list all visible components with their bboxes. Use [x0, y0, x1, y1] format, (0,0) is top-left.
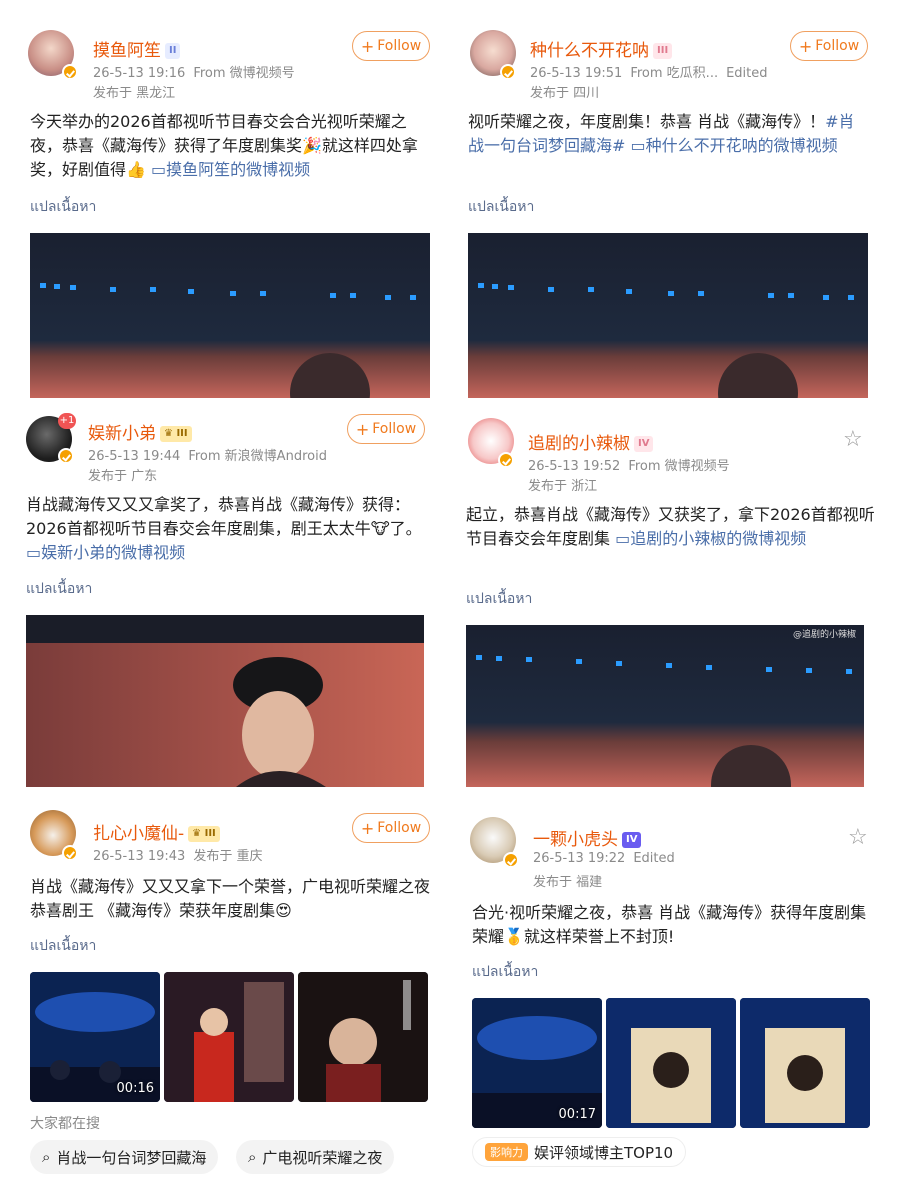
post-text: 起立，恭喜肖战《藏海传》又获奖了，拿下2026首都视听节目春交会年度剧集 ▭追剧… — [466, 505, 875, 548]
post-text: 视听荣耀之夜，年度剧集！恭喜 肖战《藏海传》！#肖战一句台词梦回藏海# ▭种什么… — [468, 112, 855, 155]
follow-button[interactable]: + Follow — [352, 813, 430, 843]
video-player[interactable] — [468, 233, 868, 398]
follow-button[interactable]: + Follow — [352, 31, 430, 61]
translate-link[interactable]: แปลเนื้อหา — [472, 961, 538, 983]
post-card: 追剧的小辣椒 IV 26-5-13 19:52 From 微博视频号 发布于 浙江 … — [455, 400, 910, 805]
video-thumbnail[interactable]: 00:17 — [472, 998, 602, 1128]
video-frame — [466, 625, 864, 787]
video-player[interactable] — [26, 615, 424, 787]
follow-button[interactable]: + Follow — [347, 414, 425, 444]
username[interactable]: 种什么不开花呐 III — [530, 36, 673, 61]
verified-icon — [62, 64, 78, 80]
post-text: 今天举办的2026首都视听节目春交会合光视听荣耀之夜，恭喜《藏海传》获得了年度剧… — [30, 112, 418, 179]
username[interactable]: 扎心小魔仙- ♛ III — [93, 819, 220, 844]
star-icon[interactable]: ☆ — [843, 427, 863, 452]
image-thumbnail[interactable] — [164, 972, 294, 1102]
translate-link[interactable]: แปลเนื้อหา — [26, 578, 92, 600]
level-badge: ♛ III — [160, 426, 192, 442]
influence-tag: 影响力 — [485, 1143, 528, 1161]
post-meta: 26-5-13 19:43 发布于 重庆 — [93, 849, 263, 864]
search-icon: ⌕ — [248, 1148, 257, 1166]
username[interactable]: 一颗小虎头 IV — [533, 825, 642, 850]
post-card: 种什么不开花呐 III 26-5-13 19:51 From 吃瓜积... Edite… — [455, 0, 910, 400]
username[interactable]: 摸鱼阿笙 II — [93, 36, 181, 61]
drama-scene-image — [164, 972, 294, 1102]
location: 发布于 四川 — [530, 86, 600, 101]
image-thumbnail[interactable] — [606, 998, 736, 1128]
post-text: 肖战藏海传又又又拿奖了，恭喜肖战《藏海传》获得：2026首都视听节目春交会年度剧… — [26, 495, 422, 562]
post-meta: 26-5-13 19:16 From 微博视频号 — [93, 66, 295, 81]
video-link[interactable]: ▭种什么不开花呐的微博视频 — [625, 136, 838, 155]
plus-icon: + — [360, 36, 375, 56]
video-thumbnail[interactable]: 00:16 — [30, 972, 160, 1102]
video-duration: 00:16 — [116, 1081, 154, 1096]
poster-image — [298, 972, 428, 1102]
search-chip[interactable]: ⌕ 广电视听荣耀之夜 — [236, 1140, 395, 1174]
notification-badge: +1 — [58, 413, 76, 429]
translate-link[interactable]: แปลเนื้อหา — [30, 196, 96, 218]
post-card: 一颗小虎头 IV 26-5-13 19:22 Edited 发布于 福建 ☆ 合光·… — [455, 805, 910, 1200]
level-badge: II — [165, 43, 181, 59]
username[interactable]: 娱新小弟 ♛ III — [88, 419, 192, 444]
post-meta: 26-5-13 19:22 Edited — [533, 851, 675, 866]
follow-button[interactable]: + Follow — [790, 31, 868, 61]
verified-icon — [500, 64, 516, 80]
location: 发布于 福建 — [533, 875, 603, 890]
verified-icon — [498, 452, 514, 468]
award-poster-image — [606, 998, 736, 1128]
influence-badge[interactable]: 影响力 娱评领域博主TOP10 — [472, 1137, 687, 1167]
plus-icon: + — [798, 36, 813, 56]
video-frame — [30, 233, 430, 398]
video-link[interactable]: ▭娱新小弟的微博视频 — [26, 543, 185, 562]
location: 发布于 黑龙江 — [93, 86, 176, 101]
post-card: +1 娱新小弟 ♛ III 26-5-13 19:44 From 新浪微博Andro… — [0, 400, 455, 790]
post-card: 摸鱼阿笙 II 26-5-13 19:16 From 微博视频号 发布于 黑龙江 +… — [0, 0, 455, 400]
award-poster-image — [740, 998, 870, 1128]
search-icon: ⌕ — [42, 1148, 51, 1166]
verified-icon — [58, 448, 74, 464]
translate-link[interactable]: แปลเนื้อหา — [466, 588, 532, 610]
translate-link[interactable]: แปลเนื้อหา — [468, 196, 534, 218]
video-player[interactable] — [30, 233, 430, 398]
post-text: 肖战《藏海传》又又又拿下一个荣誉，广电视听荣耀之夜恭喜剧王 《藏海传》荣获年度剧… — [30, 877, 431, 920]
post-meta: 26-5-13 19:52 From 微博视频号 — [528, 459, 730, 474]
verified-icon — [62, 845, 78, 861]
post-text: 合光·视听荣耀之夜，恭喜 肖战《藏海传》获得年度剧集荣耀🥇就这样荣誉上不封顶! — [472, 903, 867, 946]
search-chip[interactable]: ⌕ 肖战一句台词梦回藏海 — [30, 1140, 219, 1174]
video-player[interactable]: @追剧的小辣椒 — [466, 625, 864, 787]
video-link[interactable]: ▭摸鱼阿笙的微博视频 — [146, 160, 310, 179]
level-badge: III — [653, 43, 673, 59]
location: 发布于 广东 — [88, 469, 158, 484]
verified-icon — [503, 852, 519, 868]
video-frame — [26, 615, 424, 787]
level-badge: IV — [622, 832, 642, 848]
image-thumbnail[interactable] — [298, 972, 428, 1102]
video-link[interactable]: ▭追剧的小辣椒的微博视频 — [610, 529, 806, 548]
video-frame — [468, 233, 868, 398]
location: 发布于 浙江 — [528, 479, 598, 494]
image-thumbnail[interactable] — [740, 998, 870, 1128]
trending-search-title: 大家都在搜 — [30, 1116, 100, 1132]
level-badge: ♛ III — [188, 826, 220, 842]
post-card: 扎心小魔仙- ♛ III 26-5-13 19:43 发布于 重庆 + Follow … — [0, 805, 455, 1200]
video-watermark: @追剧的小辣椒 — [792, 630, 856, 640]
plus-icon: + — [355, 419, 370, 439]
star-icon[interactable]: ☆ — [848, 825, 868, 850]
post-meta: 26-5-13 19:51 From 吃瓜积... Edited — [530, 66, 768, 81]
post-meta: 26-5-13 19:44 From 新浪微博Android — [88, 449, 327, 464]
video-duration: 00:17 — [558, 1107, 596, 1122]
translate-link[interactable]: แปลเนื้อหา — [30, 935, 96, 957]
plus-icon: + — [360, 818, 375, 838]
username[interactable]: 追剧的小辣椒 IV — [528, 429, 654, 454]
level-badge: IV — [634, 436, 654, 452]
